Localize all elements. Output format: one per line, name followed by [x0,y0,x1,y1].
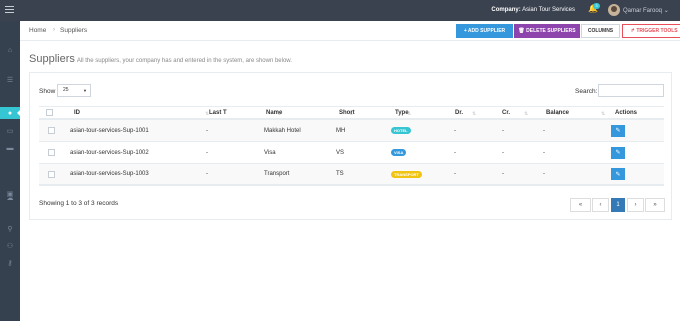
cell-name: Transport [264,171,290,177]
cloud-icon[interactable]: ☁ [0,192,20,204]
cell-actions: ✎ [611,120,625,141]
cell-actions: ✎ [611,164,625,184]
cell-dr: - [454,171,456,177]
company-label: Company: [491,7,521,13]
sort-icon[interactable]: ⇅ [601,111,605,117]
select-all-checkbox[interactable] [46,107,53,118]
page-title: Suppliers All the suppliers, your company… [29,53,292,65]
page-1-button[interactable]: 1 [611,198,625,212]
list-icon[interactable]: ☰ [0,74,20,86]
row-checkbox[interactable] [48,142,55,163]
users-icon[interactable]: ⚇ [0,240,20,252]
breadcrumb-separator: › [53,27,55,33]
page-bar: Home › Suppliers + ADD SUPPLIER 🗑 DELETE… [20,21,680,41]
search-input[interactable] [598,84,664,97]
sort-icon[interactable]: ⇅ [472,111,476,117]
company-name: Asian Tour Services [522,7,575,13]
user-name: Qamar Farooq [623,8,663,14]
cell-id: asian-tour-services-Sup-1002 [70,149,149,156]
cell-last-t: - [206,127,208,134]
cell-type: TRANSPORT [391,164,422,184]
key-icon[interactable]: ⚷ [0,257,20,269]
page-subtitle: All the suppliers, your company has and … [76,58,292,64]
type-badge: HOTEL [391,127,411,134]
breadcrumb-home[interactable]: Home [29,27,46,34]
bed-icon[interactable]: ▭ [0,125,20,137]
cell-actions: ✎ [611,142,625,163]
edit-icon[interactable]: ✎ [611,124,625,137]
user-icon[interactable]: ● [0,107,20,119]
col-dr[interactable]: Dr. [455,107,463,118]
cell-dr: - [454,127,456,134]
row-checkbox[interactable] [48,164,55,184]
delete-suppliers-button[interactable]: 🗑 DELETE SUPPLIERS [514,24,580,38]
col-name[interactable]: Name [266,107,282,118]
cell-name: Makkah Hotel [264,127,301,134]
columns-button[interactable]: COLUMNS [581,24,620,38]
breadcrumb-current: Suppliers [60,27,88,34]
records-info: Showing 1 to 3 of 3 records [39,200,119,207]
search-label: Search: [575,88,598,95]
cell-dr: - [454,149,456,156]
card-icon[interactable]: ▬ [0,142,20,154]
table-header: ID ⇅ Last T ⇅ Name ⇅ Short ⇅ Type ⇅ Dr. … [39,106,664,120]
show-label: Show [39,88,56,95]
page-last-button[interactable]: » [645,198,665,212]
add-supplier-button[interactable]: + ADD SUPPLIER [456,24,513,38]
cell-cr: - [502,149,504,156]
type-badge: TRANSPORT [391,170,422,178]
col-id[interactable]: ID [74,107,80,118]
page-next-button[interactable]: › [627,198,644,212]
cell-type: VISA [391,142,407,163]
cell-balance: - [543,149,545,156]
page-size-value: 25 [63,87,69,93]
user-search-icon[interactable]: ⚲ [0,223,20,235]
cell-cr: - [502,171,504,177]
chevron-down-icon: ⌄ [663,8,669,14]
cell-balance: - [543,171,545,177]
cell-last-t: - [206,149,208,156]
col-balance[interactable]: Balance [546,107,569,118]
col-actions: Actions [615,109,638,116]
cell-last-t: - [206,171,208,177]
top-bar: Company: Asian Tour Services 🔔 3 Qamar F… [0,0,680,21]
page-prev-button[interactable]: ‹ [592,198,609,212]
edit-icon[interactable]: ✎ [611,146,625,159]
page-first-button[interactable]: « [570,198,591,212]
caret-down-icon: ▼ [83,88,87,93]
cell-type: HOTEL [391,120,411,141]
menu-toggle-icon[interactable] [5,6,14,14]
cell-name: Visa [264,149,276,156]
type-badge: VISA [391,149,407,156]
table-row: asian-tour-services-Sup-1001 - Makkah Ho… [39,120,664,142]
cell-short: MH [336,127,346,134]
edit-icon[interactable]: ✎ [611,168,625,180]
cell-short: TS [336,171,344,177]
cell-balance: - [543,127,545,134]
page-size-select[interactable]: 25 ▼ [57,84,91,97]
col-short[interactable]: Short [339,107,355,118]
col-type[interactable]: Type [395,107,409,118]
table-row: asian-tour-services-Sup-1002 - Visa VS V… [39,142,664,164]
cell-cr: - [502,127,504,134]
avatar[interactable] [608,4,620,16]
sort-icon[interactable]: ⇅ [524,111,528,117]
suppliers-portlet: Show 25 ▼ Search: ID ⇅ Last T ⇅ Name ⇅ S… [29,72,672,220]
row-checkbox[interactable] [48,120,55,141]
company-info: Company: Asian Tour Services [491,7,575,13]
cell-short: VS [336,149,345,156]
notification-badge: 3 [593,3,600,9]
page-title-text: Suppliers [29,53,75,65]
col-cr[interactable]: Cr. [502,107,510,118]
sidebar: ⌂ ☰ ● ▭ ▬ ▣ ☁ ⚲ ⚇ ⚷ [0,21,20,321]
cell-id: asian-tour-services-Sup-1001 [70,127,149,134]
cell-id: asian-tour-services-Sup-1003 [70,171,149,177]
col-last-t[interactable]: Last T [209,107,227,118]
table-row: asian-tour-services-Sup-1003 - Transport… [39,164,664,186]
trigger-tools-button[interactable]: ↱ TRIGGER TOOLS ⌄ [622,24,680,38]
home-icon[interactable]: ⌂ [0,44,20,56]
user-menu[interactable]: Qamar Farooq ⌄ [623,7,669,14]
